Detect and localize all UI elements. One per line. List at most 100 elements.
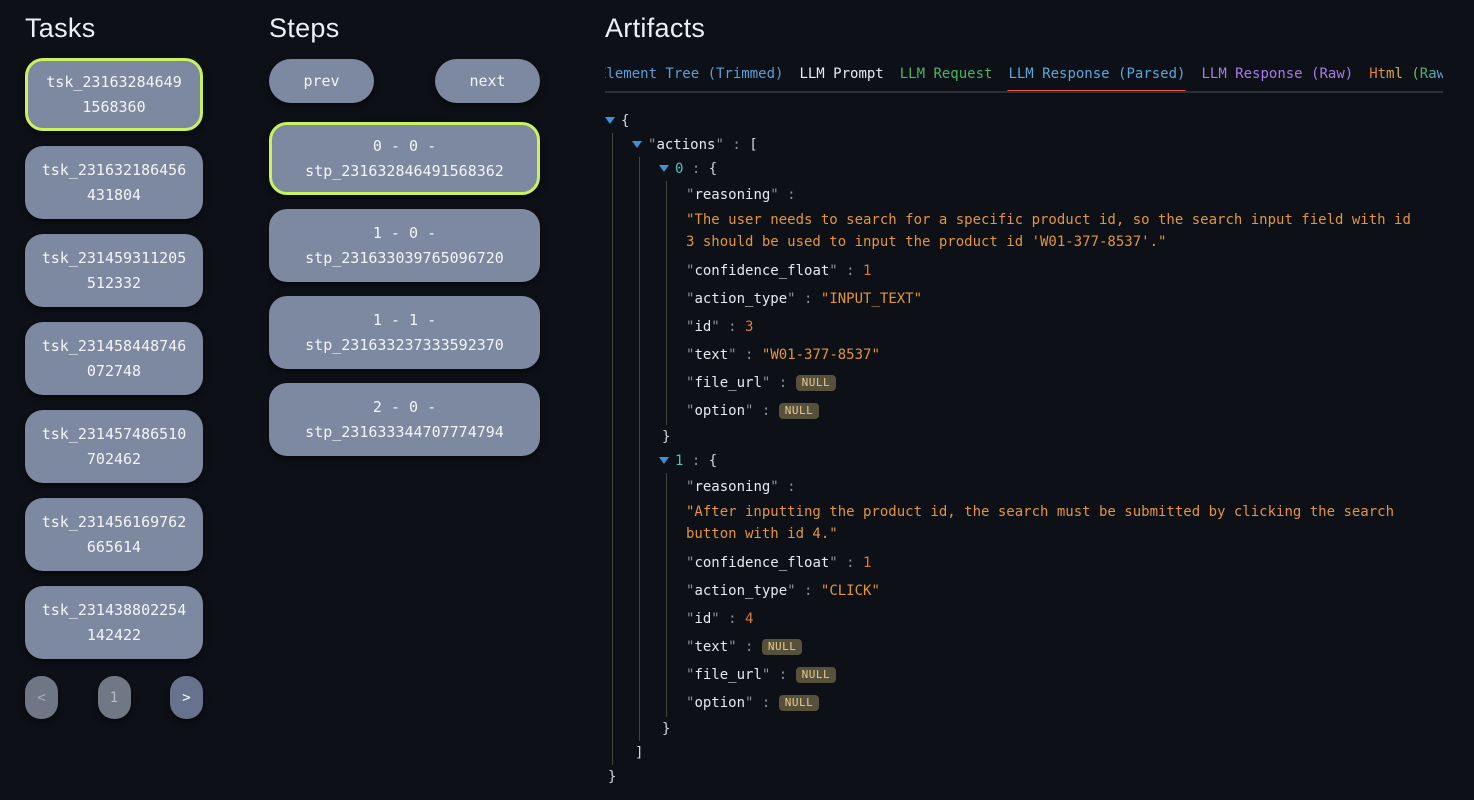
task-item[interactable]: tsk_231632846491568360 [25,58,203,131]
json-token: : [737,347,762,363]
json-token: : [779,479,796,495]
page-number-button[interactable]: 1 [98,676,131,719]
null-badge: NULL [779,695,820,711]
json-token: : [796,291,821,307]
json-row: } [659,717,1421,741]
json-token: : [720,319,745,335]
next-step-button[interactable]: next [435,59,540,103]
json-row: "reasoning" : [686,181,1421,209]
tab-llm-request[interactable]: LLM Request [892,58,1001,91]
json-row: } [659,425,1421,449]
steps-panel: Steps prev next 0 - 0 - stp_231632846491… [269,13,540,456]
json-token: " [711,319,719,335]
json-row: "file_url" : NULL [686,661,1421,689]
artifacts-tabbar: Element Tree (Trimmed)LLM PromptLLM Requ… [605,58,1443,93]
null-badge: NULL [779,403,820,419]
json-token: : [720,611,745,627]
collapse-toggle-icon[interactable] [659,457,669,464]
json-children: "actions" : [0 : {"reasoning" : "The use… [612,133,1421,765]
tab-element-tree-trimmed[interactable]: Element Tree (Trimmed) [605,58,791,91]
task-item[interactable]: tsk_231456169762665614 [25,498,203,571]
json-token: : [838,263,863,279]
tab-llm-response-raw[interactable]: LLM Response (Raw) [1193,58,1361,91]
json-token: : [770,375,795,391]
step-item[interactable]: 1 - 1 - stp_231633237333592370 [269,296,540,369]
prev-page-button[interactable]: < [25,676,58,719]
tasks-pagination: < 1 > [25,676,203,719]
steps-title: Steps [269,13,540,43]
collapse-toggle-icon[interactable] [605,117,615,124]
steps-nav: prev next [269,59,540,103]
json-token: : [737,639,762,655]
json-key: text [694,347,728,363]
json-token: " [711,611,719,627]
json-string-value: "After inputting the product id, the sea… [686,501,1421,549]
json-children: 0 : {"reasoning" : "The user needs to se… [639,157,1421,741]
json-close-bracket: ] [635,745,643,761]
json-string-value: "W01-377-8537" [762,347,880,363]
json-open-bracket: { [709,453,717,469]
null-badge: NULL [796,667,837,683]
artifacts-tabs: Element Tree (Trimmed)LLM PromptLLM Requ… [605,58,1443,91]
json-token: : [770,667,795,683]
json-row: "confidence_float" : 1 [686,549,1421,577]
json-key: action_type [694,291,787,307]
json-row: { [605,109,1421,133]
collapse-toggle-icon[interactable] [659,165,669,172]
json-open-bracket: { [621,113,629,129]
task-item[interactable]: tsk_231632186456431804 [25,146,203,219]
json-token: : [683,453,708,469]
json-row: ] [632,741,1421,765]
json-row: "file_url" : NULL [686,369,1421,397]
json-key: confidence_float [694,555,829,571]
json-key: text [694,639,728,655]
json-token: " [715,137,723,153]
json-children: "reasoning" : "The user needs to search … [666,181,1421,425]
step-item[interactable]: 1 - 0 - stp_231633039765096720 [269,209,540,282]
next-page-button[interactable]: > [170,676,203,719]
task-item[interactable]: tsk_231459311205512332 [25,234,203,307]
json-key: reasoning [694,479,770,495]
json-number: 1 [863,555,871,571]
json-token: : [779,187,796,203]
prev-step-button[interactable]: prev [269,59,374,103]
json-number: 3 [745,319,753,335]
json-token: " [829,555,837,571]
json-row: "option" : NULL [686,397,1421,425]
json-close-bracket: } [608,769,616,785]
tasks-title: Tasks [25,13,203,43]
json-row: } [605,765,1421,789]
json-token: " [728,347,736,363]
json-token: : [796,583,821,599]
json-key: file_url [694,375,761,391]
json-row: "id" : 3 [686,313,1421,341]
json-token: " [787,583,795,599]
json-row: 1 : { [659,449,1421,473]
task-item[interactable]: tsk_231457486510702462 [25,410,203,483]
artifacts-panel: Artifacts Element Tree (Trimmed)LLM Prom… [605,13,1443,789]
tab-html-raw[interactable]: Html (Raw) [1361,58,1443,91]
json-token: " [770,479,778,495]
task-item[interactable]: tsk_231438802254142422 [25,586,203,659]
json-row: "option" : NULL [686,689,1421,717]
json-open-bracket: [ [749,137,757,153]
step-item[interactable]: 0 - 0 - stp_231632846491568362 [269,122,540,195]
json-key: id [694,319,711,335]
collapse-toggle-icon[interactable] [632,141,642,148]
json-token: " [728,639,736,655]
artifacts-title: Artifacts [605,13,1443,43]
task-item[interactable]: tsk_231458448746072748 [25,322,203,395]
json-row: "text" : "W01-377-8537" [686,341,1421,369]
json-token: : [683,161,708,177]
json-token: : [753,403,778,419]
tab-llm-response-parsed[interactable]: LLM Response (Parsed) [1000,58,1193,91]
json-close-bracket: } [662,429,670,445]
tab-llm-prompt[interactable]: LLM Prompt [791,58,891,91]
step-item[interactable]: 2 - 0 - stp_231633344707774794 [269,383,540,456]
json-string-value: "CLICK" [821,583,880,599]
json-token: " [787,291,795,307]
json-key: actions [656,137,715,153]
json-key: file_url [694,667,761,683]
json-viewer: {"actions" : [0 : {"reasoning" : "The us… [605,109,1421,789]
json-string-value: "INPUT_TEXT" [821,291,922,307]
